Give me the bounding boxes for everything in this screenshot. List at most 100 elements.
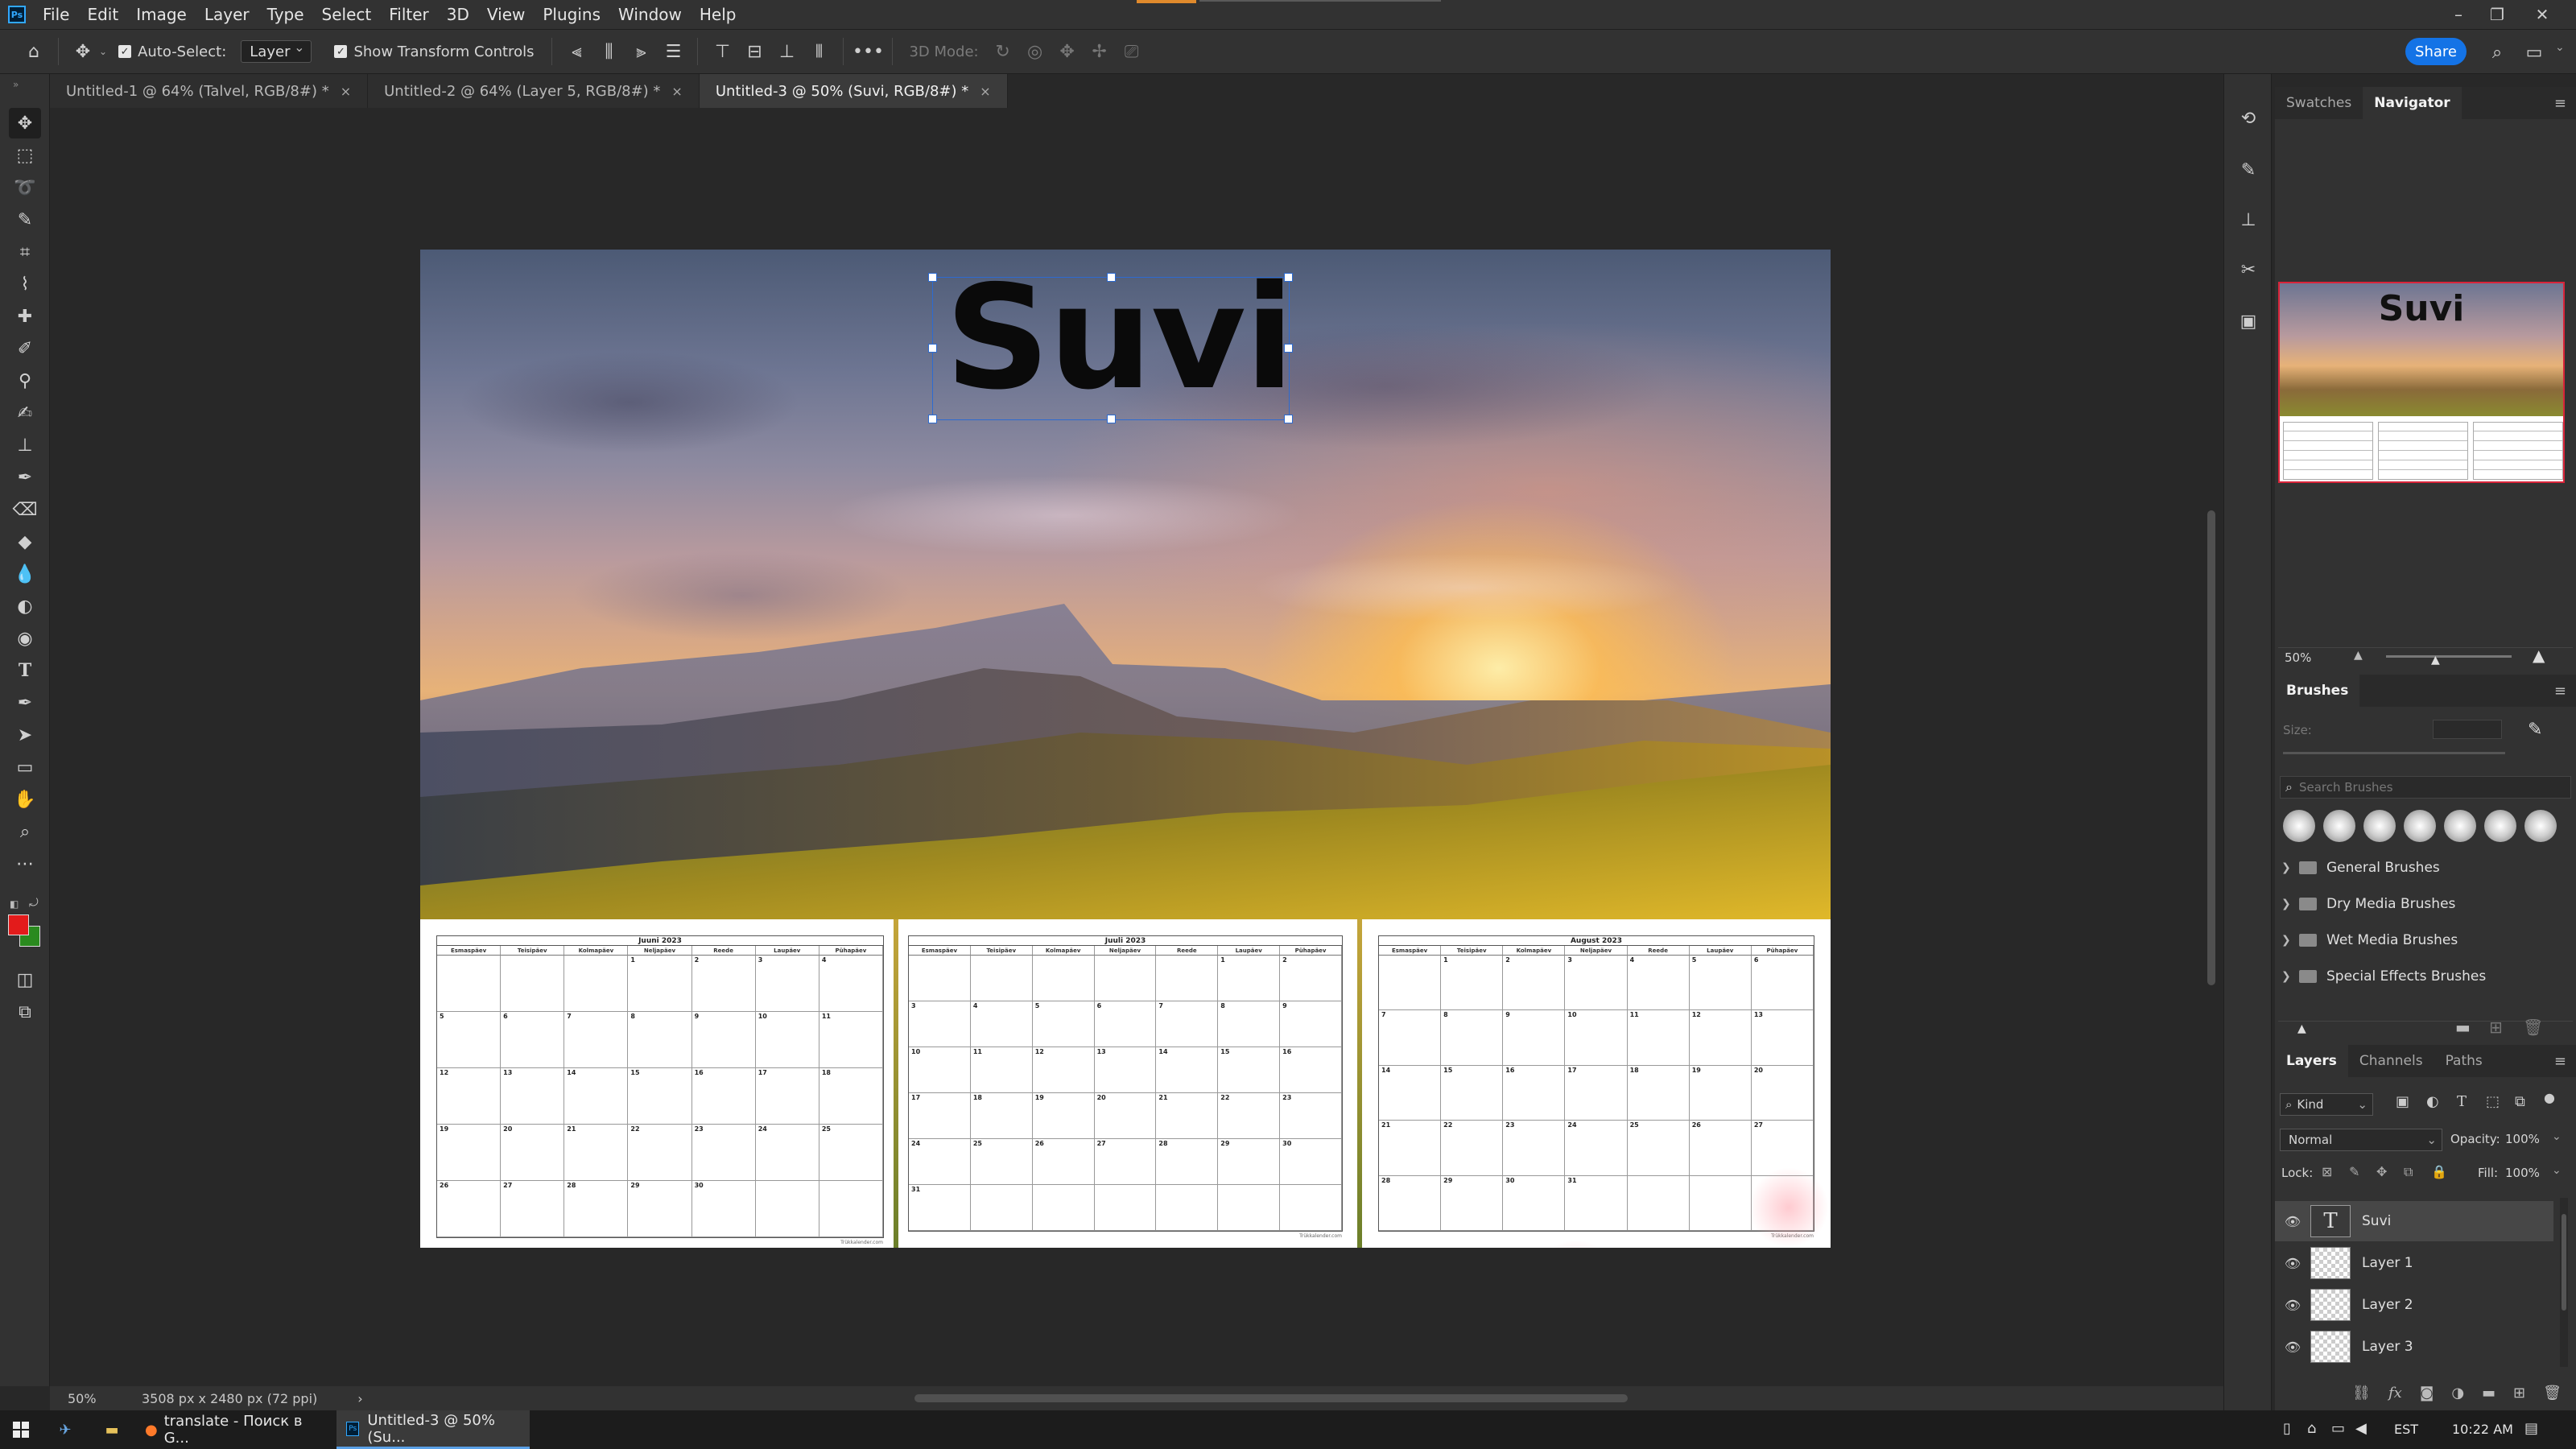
new-group-icon[interactable]: ▬ bbox=[2455, 1018, 2471, 1037]
chevron-down-icon[interactable]: ⌄ bbox=[99, 46, 107, 57]
move-tool-icon[interactable]: ✥ bbox=[9, 108, 41, 138]
file-explorer-icon[interactable]: ▬ bbox=[89, 1410, 135, 1449]
search-taskbar-icon[interactable]: ✈ bbox=[42, 1410, 89, 1449]
chevron-down-icon[interactable]: ⌄ bbox=[2555, 41, 2565, 54]
move-tool-preset-icon[interactable]: ✥ bbox=[67, 35, 99, 68]
tab-untitled-1[interactable]: Untitled-1 @ 64% (Talvel, RGB/8#) * × bbox=[50, 74, 369, 108]
eraser-tool-icon[interactable]: ⌫ bbox=[9, 494, 41, 525]
menu-file[interactable]: File bbox=[34, 5, 78, 24]
close-tab-icon[interactable]: × bbox=[671, 84, 682, 99]
paint-bucket-tool-icon[interactable]: ◆ bbox=[9, 526, 41, 557]
transform-handle[interactable] bbox=[1284, 344, 1293, 353]
transform-handle[interactable] bbox=[928, 273, 937, 282]
brush-folder-general[interactable]: ❯ General Brushes bbox=[2281, 852, 2571, 884]
vertical-scrollbar[interactable] bbox=[2199, 108, 2223, 1386]
layer-filter-kind[interactable]: ⌕ Kind ⌄ bbox=[2280, 1093, 2373, 1116]
path-select-tool-icon[interactable]: ➤ bbox=[9, 720, 41, 750]
group-icon[interactable]: ▬ bbox=[2482, 1385, 2496, 1402]
3d-slide-icon[interactable]: ✢ bbox=[1084, 35, 1116, 68]
eyedropper-tool-icon[interactable]: ⌇ bbox=[9, 269, 41, 299]
menu-filter[interactable]: Filter bbox=[380, 5, 438, 24]
brush-size-field[interactable] bbox=[2433, 720, 2502, 739]
swap-colors-icon[interactable]: ⤾ bbox=[29, 897, 39, 910]
preview-slider-handle[interactable]: ▲ bbox=[2297, 1022, 2306, 1035]
close-tab-icon[interactable]: × bbox=[341, 84, 351, 99]
filter-smart-object-icon[interactable]: ⧉ bbox=[2515, 1093, 2525, 1110]
scroll-thumb[interactable] bbox=[2562, 1214, 2566, 1311]
minimize-button[interactable]: – bbox=[2441, 0, 2476, 29]
tab-swatches[interactable]: Swatches bbox=[2275, 87, 2363, 119]
menu-image[interactable]: Image bbox=[127, 5, 196, 24]
healing-brush-tool-icon[interactable]: ✚ bbox=[9, 301, 41, 332]
collapse-icon[interactable]: » bbox=[13, 79, 19, 90]
search-brushes-field[interactable]: ⌕ Search Brushes bbox=[2280, 776, 2571, 799]
delete-brush-icon[interactable]: 🗑 bbox=[2523, 1018, 2543, 1037]
type-tool-icon[interactable]: T bbox=[9, 655, 41, 686]
tool-presets-icon[interactable]: ✂ bbox=[2233, 254, 2264, 285]
3d-camera-icon[interactable]: ⎚ bbox=[1116, 35, 1148, 68]
menu-plugins[interactable]: Plugins bbox=[534, 5, 609, 24]
sponge-tool-icon[interactable]: ◉ bbox=[9, 623, 41, 654]
visibility-eye-icon[interactable]: 👁 bbox=[2275, 1256, 2310, 1271]
menu-edit[interactable]: Edit bbox=[78, 5, 127, 24]
align-middle-icon[interactable]: ⊟ bbox=[738, 35, 770, 68]
transform-handle[interactable] bbox=[1284, 415, 1293, 423]
tab-paths[interactable]: Paths bbox=[2434, 1045, 2494, 1077]
panel-menu-icon[interactable]: ≡ bbox=[2554, 683, 2566, 700]
lasso-tool-icon[interactable]: ➰ bbox=[9, 172, 41, 203]
visibility-eye-icon[interactable]: 👁 bbox=[2275, 1298, 2310, 1313]
navigator-zoom[interactable]: 50% bbox=[2285, 650, 2311, 665]
tab-untitled-2[interactable]: Untitled-2 @ 64% (Layer 5, RGB/8#) * × bbox=[368, 74, 700, 108]
menu-layer[interactable]: Layer bbox=[196, 5, 258, 24]
blend-mode-dropdown[interactable]: Normal ⌄ bbox=[2280, 1129, 2442, 1151]
show-transform-checkbox[interactable]: ✓ bbox=[334, 45, 348, 58]
menu-window[interactable]: Window bbox=[609, 5, 691, 24]
zoom-in-icon[interactable]: ▲ bbox=[2533, 646, 2545, 665]
brush-preset-5[interactable] bbox=[2444, 810, 2476, 842]
tray-network-icon[interactable]: ⌂ bbox=[2307, 1420, 2316, 1437]
brush-preset-1[interactable] bbox=[2283, 810, 2315, 842]
share-button[interactable]: Share bbox=[2405, 38, 2467, 65]
visibility-eye-icon[interactable]: 👁 bbox=[2275, 1340, 2310, 1355]
brush-settings-icon[interactable]: ✎ bbox=[2233, 155, 2264, 185]
tab-navigator[interactable]: Navigator bbox=[2363, 87, 2462, 119]
transform-handle[interactable] bbox=[1107, 415, 1116, 423]
tab-brushes[interactable]: Brushes bbox=[2275, 675, 2360, 707]
clone-source-icon[interactable]: ⊥ bbox=[2233, 204, 2264, 235]
3d-pan-icon[interactable]: ✥ bbox=[1051, 35, 1084, 68]
start-icon[interactable] bbox=[0, 1410, 42, 1449]
clone-stamp-tool-icon[interactable]: ⚲ bbox=[9, 365, 41, 396]
link-icon[interactable]: ⛓ bbox=[2352, 1385, 2371, 1402]
brush-size-slider[interactable] bbox=[2283, 752, 2505, 754]
panel-menu-icon[interactable]: ≡ bbox=[2554, 1053, 2566, 1070]
align-bottom-icon[interactable]: ⊥ bbox=[770, 35, 803, 68]
layers-scrollbar[interactable] bbox=[2560, 1198, 2568, 1367]
visibility-eye-icon[interactable]: 👁 bbox=[2275, 1214, 2310, 1229]
new-brush-icon[interactable]: ⊞ bbox=[2489, 1018, 2503, 1037]
filter-type-icon[interactable]: T bbox=[2457, 1093, 2467, 1110]
home-icon[interactable]: ⌂ bbox=[18, 35, 50, 68]
chevron-down-icon[interactable]: ⌄ bbox=[2552, 1130, 2562, 1143]
tray-volume-icon[interactable]: ▭ bbox=[2331, 1420, 2345, 1437]
filter-adjustment-icon[interactable]: ◐ bbox=[2426, 1093, 2439, 1110]
default-colors-icon[interactable]: ◧ bbox=[10, 898, 19, 910]
lock-position-icon[interactable]: ✥ bbox=[2376, 1164, 2387, 1179]
workspace-icon[interactable]: ▭ bbox=[2518, 36, 2550, 68]
restore-button[interactable]: ❐ bbox=[2479, 0, 2515, 29]
menu-help[interactable]: Help bbox=[691, 5, 745, 24]
auto-select-dropdown[interactable]: Layer bbox=[241, 39, 312, 63]
zoom-tool-icon[interactable]: ⌕ bbox=[9, 816, 41, 847]
blur-tool-icon[interactable]: 💧 bbox=[9, 559, 41, 589]
tray-overflow-icon[interactable]: ▯ bbox=[2283, 1420, 2291, 1437]
transform-handle[interactable] bbox=[1107, 273, 1116, 282]
history-panel-icon[interactable]: ⟲ bbox=[2233, 103, 2264, 134]
zoom-level[interactable]: 50% bbox=[68, 1391, 127, 1406]
art-history-brush-icon[interactable]: ✒ bbox=[9, 462, 41, 493]
properties-icon[interactable]: ▣ bbox=[2233, 306, 2264, 336]
horizontal-scrollbar[interactable] bbox=[346, 1386, 2198, 1410]
history-brush-tool-icon[interactable]: ✍ bbox=[9, 398, 41, 428]
pen-tool-icon[interactable]: ✒ bbox=[9, 687, 41, 718]
brush-folder-dry-media[interactable]: ❯ Dry Media Brushes bbox=[2281, 888, 2571, 920]
tab-channels[interactable]: Channels bbox=[2348, 1045, 2434, 1077]
more-options-icon[interactable]: ••• bbox=[852, 35, 884, 68]
